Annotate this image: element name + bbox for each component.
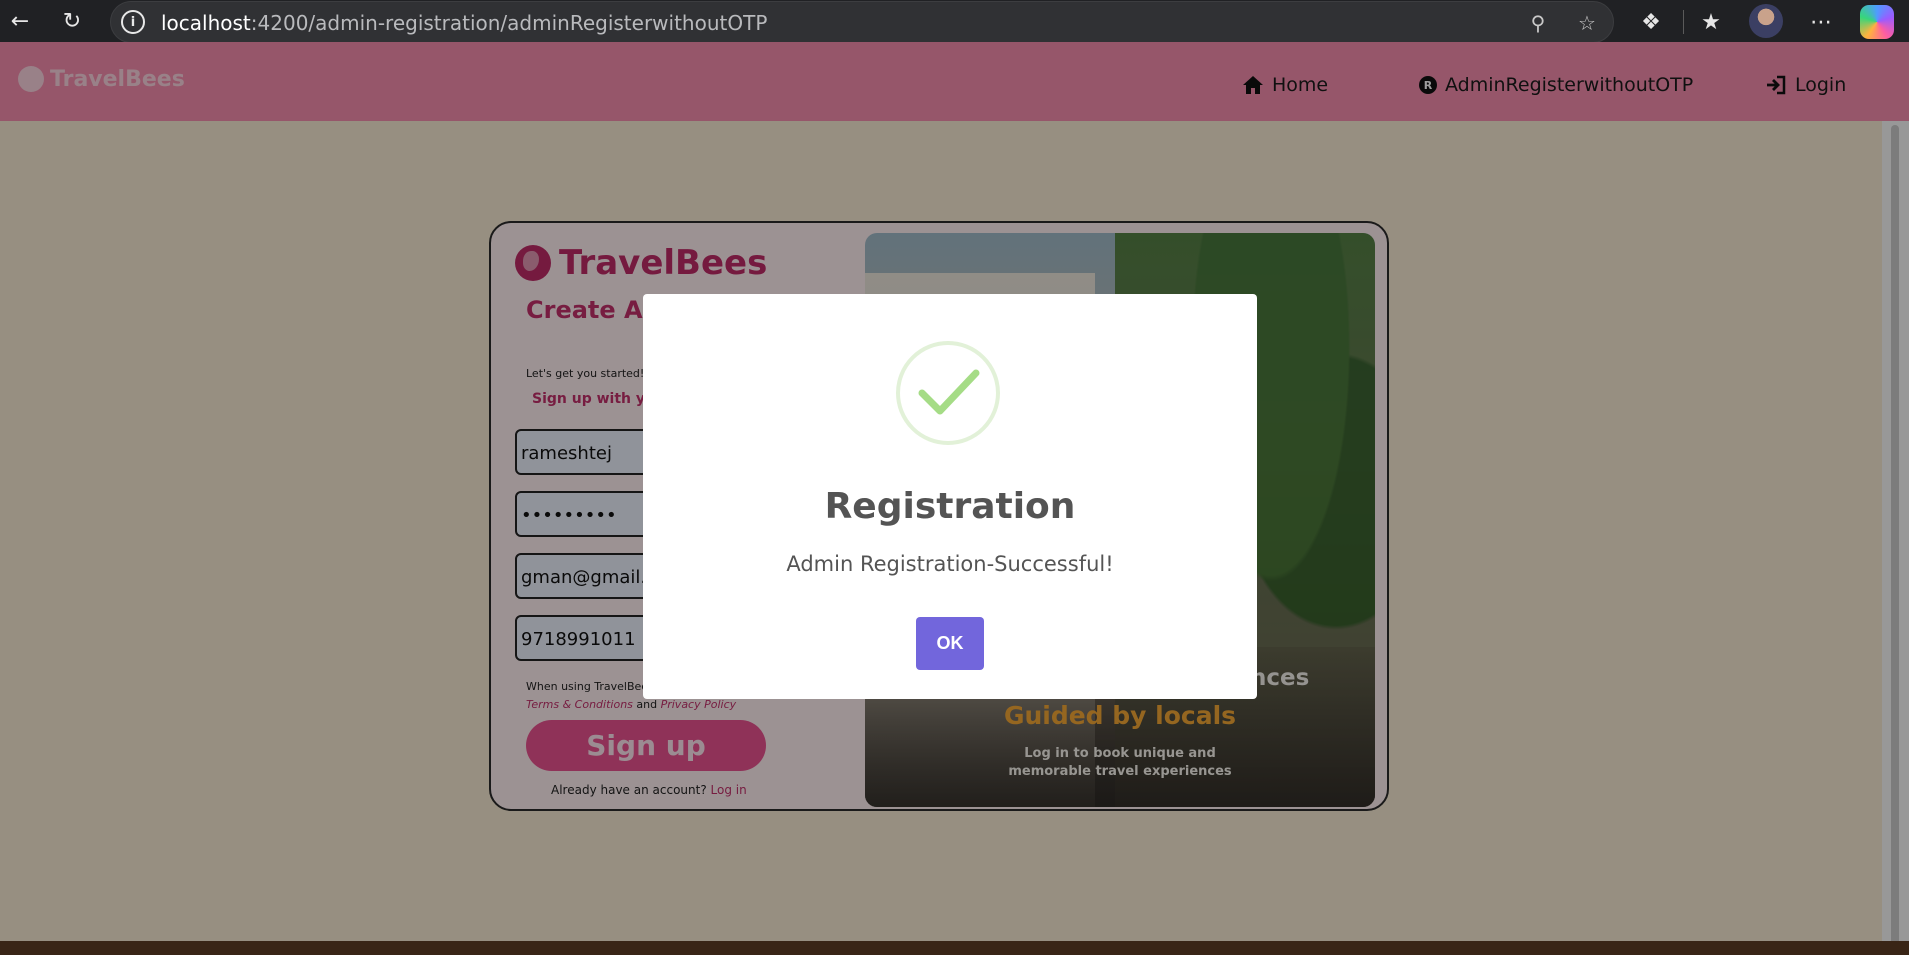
toolbar-divider	[1683, 10, 1684, 34]
copilot-icon[interactable]	[1860, 5, 1894, 39]
back-arrow-icon[interactable]: ←	[5, 6, 35, 36]
success-modal: Registration Admin Registration-Successf…	[643, 294, 1257, 699]
profile-avatar[interactable]	[1749, 4, 1783, 38]
more-options-icon[interactable]: ⋯	[1805, 6, 1837, 38]
modal-message: Admin Registration-Successful!	[786, 552, 1114, 576]
browser-toolbar: ← ↻ i localhost:4200/admin-registration/…	[0, 0, 1909, 43]
ok-button[interactable]: OK	[916, 617, 984, 670]
favorites-list-icon[interactable]: ★	[1695, 6, 1727, 38]
extensions-icon[interactable]: ❖	[1635, 6, 1667, 38]
favorite-star-icon[interactable]: ☆	[1574, 10, 1600, 36]
url-text[interactable]: localhost:4200/admin-registration/adminR…	[161, 11, 767, 35]
zoom-out-icon[interactable]: ⚲	[1525, 10, 1551, 36]
site-info-icon[interactable]: i	[121, 10, 145, 34]
address-bar[interactable]: i localhost:4200/admin-registration/admi…	[110, 1, 1614, 43]
reload-icon[interactable]: ↻	[57, 6, 87, 36]
success-check-icon	[896, 341, 1000, 445]
modal-title: Registration	[824, 486, 1076, 527]
